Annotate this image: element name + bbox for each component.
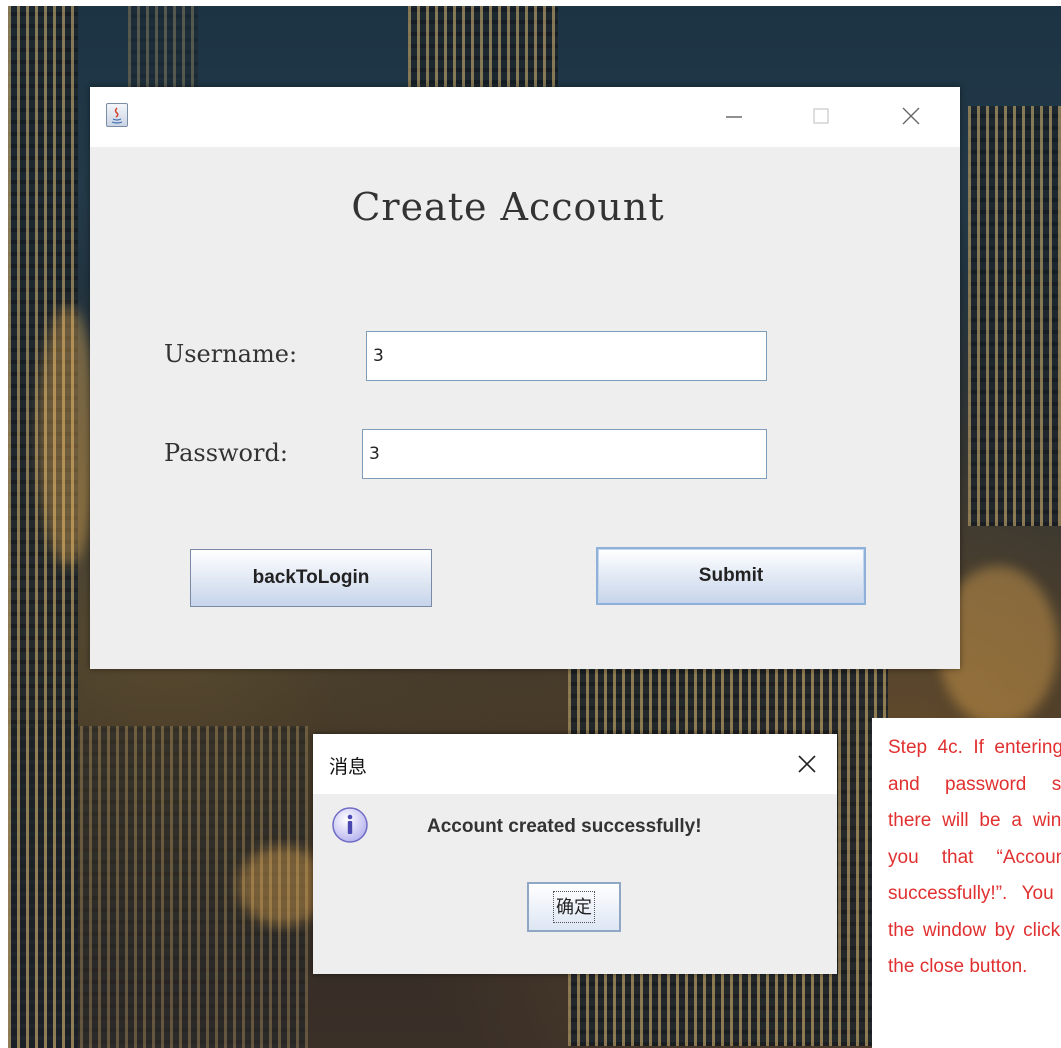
- window-titlebar[interactable]: [90, 87, 960, 147]
- close-icon[interactable]: [890, 99, 930, 133]
- password-label: Password:: [164, 439, 288, 467]
- message-dialog: 消息 Account created successfully! 确定: [313, 734, 837, 974]
- annotation-box: Step 4c. If entering username and passwo…: [872, 718, 1061, 1048]
- city-light: [38, 306, 98, 566]
- building: [408, 6, 558, 96]
- ok-button[interactable]: 确定: [527, 882, 621, 932]
- page-title: Create Account: [351, 185, 665, 229]
- username-label: Username:: [164, 340, 298, 368]
- dialog-titlebar[interactable]: 消息: [313, 734, 837, 794]
- dialog-title: 消息: [329, 757, 368, 778]
- minimize-icon[interactable]: [714, 99, 754, 133]
- username-input[interactable]: [366, 331, 767, 381]
- ok-button-label: 确定: [553, 891, 595, 923]
- dialog-message: Account created successfully!: [427, 816, 702, 837]
- back-to-login-button[interactable]: backToLogin: [190, 549, 432, 607]
- password-input[interactable]: [362, 429, 767, 479]
- close-icon[interactable]: [791, 748, 823, 780]
- submit-button[interactable]: Submit: [596, 547, 866, 605]
- maximize-icon[interactable]: [802, 99, 842, 133]
- building: [968, 106, 1061, 526]
- java-icon: [106, 103, 128, 127]
- annotation-text: Step 4c. If entering username and passwo…: [888, 737, 1061, 977]
- create-account-window: Create Account Username: Password: backT…: [90, 87, 960, 669]
